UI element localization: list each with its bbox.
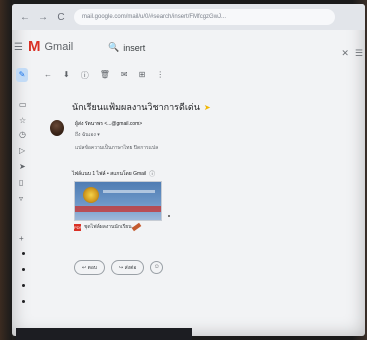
gmail-header: ☰ M Gmail 🔍 insert ✕ ☰ xyxy=(12,34,365,62)
snoozed-icon[interactable]: ◷ xyxy=(19,130,26,139)
info-icon[interactable]: ⓘ xyxy=(149,169,155,178)
forward-icon[interactable]: → xyxy=(38,12,48,23)
reload-icon[interactable]: C xyxy=(56,12,66,23)
avatar[interactable] xyxy=(50,120,64,136)
browser-toolbar: ← → C mail.google.com/mail/u/0/#search/i… xyxy=(12,4,365,30)
starred-icon[interactable]: ☆ xyxy=(19,116,26,125)
gmail-logo-icon: M xyxy=(28,38,41,55)
taskbar-strip xyxy=(16,328,192,340)
reply-button[interactable]: ↩ ตอบ xyxy=(74,260,106,275)
attachments-header: ไฟล์แนบ 1 ไฟล์ • สแกนโดย Gmail ⓘ xyxy=(72,169,155,179)
forward-button[interactable]: ↪ ส่งต่อ xyxy=(111,260,145,275)
clear-search-icon[interactable]: ✕ xyxy=(341,48,349,59)
back-to-list-icon[interactable]: ← xyxy=(44,70,52,81)
label-dot[interactable] xyxy=(22,300,25,303)
main-menu-icon[interactable]: ☰ xyxy=(14,42,23,53)
mouse-cursor xyxy=(168,215,170,217)
sent-icon[interactable]: ➤ xyxy=(19,162,26,171)
move-to-icon[interactable]: ⊞ xyxy=(139,70,146,81)
left-edge-shadow xyxy=(0,0,12,340)
search-input[interactable]: insert xyxy=(123,43,145,53)
gmail-logo-text: Gmail xyxy=(44,40,74,53)
recipient-line[interactable]: ถึง ฉันเอง ▾ xyxy=(75,131,205,139)
pdf-icon: PDF xyxy=(74,223,82,231)
emoji-reaction-icon[interactable]: ☺ xyxy=(150,261,164,274)
label-dot[interactable] xyxy=(22,252,25,255)
search-icon[interactable]: 🔍 xyxy=(108,42,119,53)
message-toolbar: ← ⬇ ⓘ 🗑 ✉ ⊞ ⋮ xyxy=(44,70,164,81)
back-icon[interactable]: ← xyxy=(20,12,30,23)
address-bar[interactable]: mail.google.com/mail/u/0/#search/insert/… xyxy=(74,9,335,25)
drafts-icon[interactable]: ▯ xyxy=(19,178,23,187)
subject-text: นักเรียนแฟ้มผลงานวิชาการดีเด่น xyxy=(72,102,200,112)
attachment-name: ชุดไฟล์ผลงานนักเรียน... xyxy=(84,224,136,230)
monitor-screen: ← → C mail.google.com/mail/u/0/#search/i… xyxy=(12,4,365,336)
gmail-logo[interactable]: M Gmail xyxy=(28,38,73,55)
more-options-icon[interactable]: ⋮ xyxy=(156,70,164,81)
search-bar[interactable]: 🔍 insert xyxy=(108,42,145,53)
left-rail: ✎ ▭ ☆ ◷ ▷ ➤ ▯ ▿ + xyxy=(12,66,34,336)
attachment-thumbnail[interactable] xyxy=(74,181,162,221)
thumbnail-strip xyxy=(103,190,155,193)
search-options-icon[interactable]: ☰ xyxy=(355,48,363,59)
header-right-controls: ✕ ☰ xyxy=(341,48,363,59)
translate-bar[interactable]: แปลข้อความเป็นภาษาไทย ปิดการแปล xyxy=(75,144,205,152)
important-marker-icon[interactable]: ➤ xyxy=(204,103,211,112)
label-dot[interactable] xyxy=(22,284,25,287)
reply-actions: ↩ ตอบ ↪ ส่งต่อ ☺ xyxy=(74,260,164,275)
thumbnail-emblem xyxy=(83,187,99,203)
delete-icon[interactable]: 🗑 xyxy=(100,70,110,81)
attachment-label[interactable]: PDF ชุดไฟล์ผลงานนักเรียน... xyxy=(74,223,136,231)
email-subject: นักเรียนแฟ้มผลงานวิชาการดีเด่น ➤ xyxy=(72,100,211,114)
important-icon[interactable]: ▷ xyxy=(19,146,25,155)
inbox-icon[interactable]: ▭ xyxy=(19,100,27,109)
report-spam-icon[interactable]: ⓘ xyxy=(81,70,89,81)
label-dot[interactable] xyxy=(22,268,25,271)
thumbnail-band xyxy=(75,206,161,212)
add-label-icon[interactable]: + xyxy=(19,234,24,243)
more-icon[interactable]: ▿ xyxy=(19,194,23,203)
compose-icon[interactable]: ✎ xyxy=(16,68,28,82)
sender-details: ผู้ส่ง รัตนาพร <...@gmail.com> ถึง ฉันเอ… xyxy=(75,120,205,152)
archive-icon[interactable]: ⬇ xyxy=(63,70,70,81)
mark-unread-icon[interactable]: ✉ xyxy=(121,70,128,81)
attachments-title: ไฟล์แนบ 1 ไฟล์ • สแกนโดย Gmail xyxy=(72,170,147,177)
sender-name: ผู้ส่ง รัตนาพร <...@gmail.com> xyxy=(75,121,143,127)
